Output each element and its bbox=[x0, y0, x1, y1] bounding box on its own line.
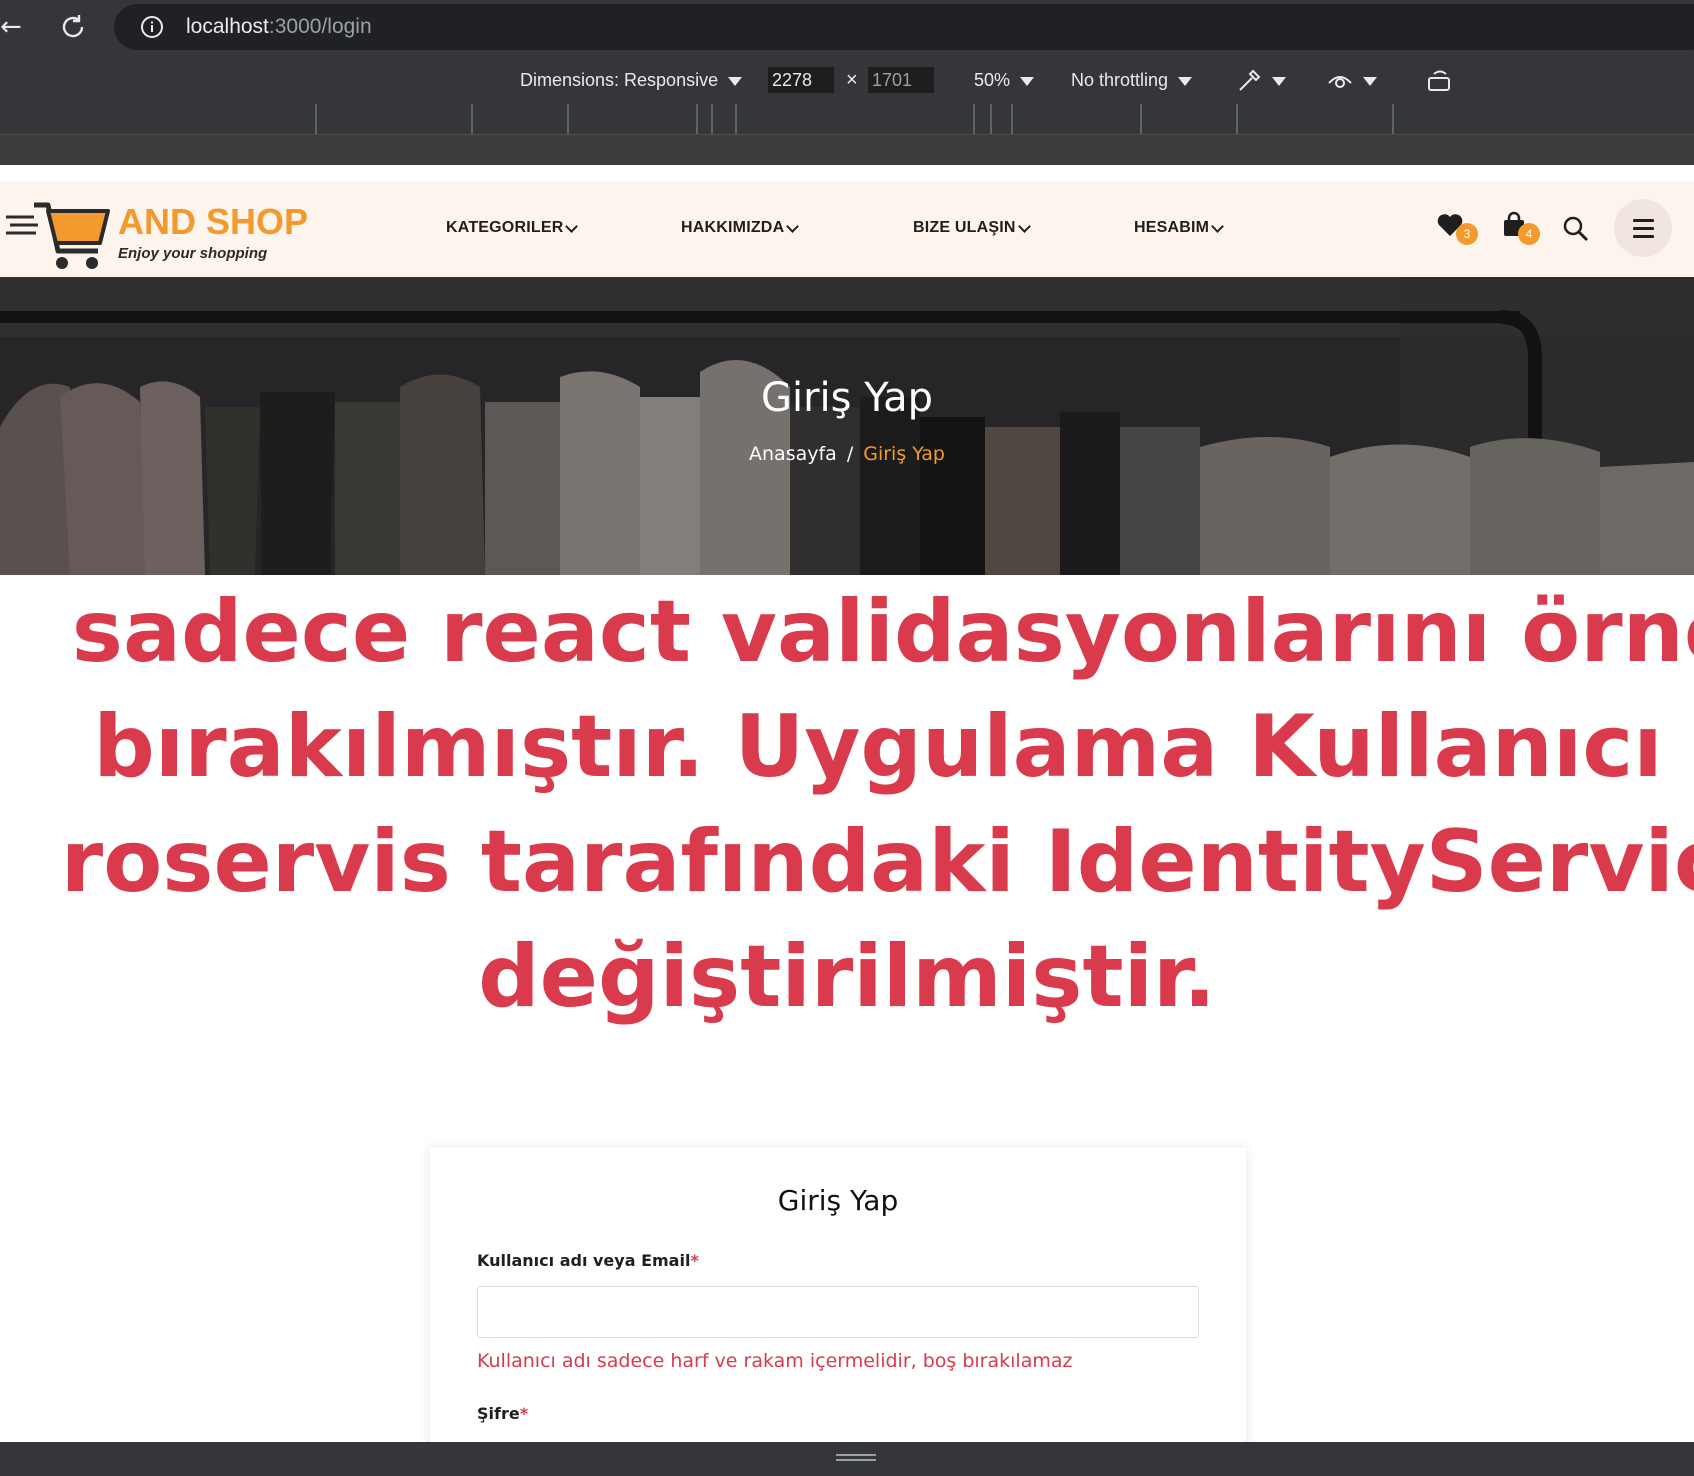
notice-line: bırakılmıştır. Uygulama Kullanıcı a bbox=[93, 697, 1694, 797]
back-arrow-icon[interactable]: ← bbox=[0, 14, 24, 40]
cart-count-badge: 4 bbox=[1518, 223, 1540, 245]
eyedropper-icon bbox=[1239, 69, 1261, 91]
dropdown-arrow-icon bbox=[1178, 76, 1193, 86]
chevron-down-icon bbox=[1211, 219, 1225, 233]
rotate-button[interactable] bbox=[1426, 56, 1452, 104]
page-hero-banner: Giriş Yap Anasayfa / Giriş Yap bbox=[0, 277, 1694, 575]
nav-label: HAKKIMIZDA bbox=[681, 219, 785, 236]
clothing-rack-background-image bbox=[0, 277, 1694, 575]
logo-tagline: Enjoy your shopping bbox=[118, 245, 268, 262]
notice-line: sadece react validasyonlarını örne bbox=[71, 582, 1694, 682]
omnibox[interactable]: localhost:3000/login bbox=[114, 4, 1694, 50]
address-bar-row: ← localhost:3000/login bbox=[0, 0, 1694, 56]
nav-label: KATEGORILER bbox=[446, 219, 564, 236]
ruler-tick bbox=[315, 104, 317, 134]
dimensions-dropdown[interactable]: Dimensions: Responsive bbox=[520, 56, 743, 104]
ruler-tick bbox=[471, 104, 473, 134]
height-input[interactable]: 1701 bbox=[868, 67, 934, 93]
eye-icon bbox=[1328, 76, 1352, 89]
hamburger-menu-button[interactable] bbox=[1614, 199, 1672, 257]
breadcrumb-current: Giriş Yap bbox=[863, 443, 945, 465]
search-button[interactable] bbox=[1562, 211, 1596, 245]
hero-title: Giriş Yap bbox=[760, 375, 934, 421]
ruler-tick bbox=[1392, 104, 1394, 134]
zoom-dropdown[interactable]: 50% bbox=[974, 56, 1035, 104]
dropdown-arrow-icon bbox=[1363, 76, 1377, 86]
dropdown-arrow-icon bbox=[1272, 76, 1286, 86]
logo-title: AND SHOP bbox=[118, 201, 309, 242]
dimensions-label: Dimensions: Responsive bbox=[520, 70, 719, 90]
resize-handle[interactable] bbox=[836, 1454, 876, 1462]
ruler-tick bbox=[990, 104, 992, 134]
breadcrumb-separator: / bbox=[846, 443, 854, 465]
ruler-tick bbox=[1011, 104, 1013, 134]
notice-line: değiştirilmiştir. bbox=[478, 927, 1216, 1027]
breadcrumb: Anasayfa / Giriş Yap bbox=[0, 443, 1694, 465]
ruler-tick bbox=[696, 104, 698, 134]
url-path: :3000/login bbox=[268, 15, 372, 38]
chevron-down-icon bbox=[565, 219, 579, 233]
viewport-bottom-bar bbox=[0, 1442, 1694, 1476]
breadcrumb-home-link[interactable]: Anasayfa bbox=[749, 443, 837, 465]
notice-line: roservis tarafındaki IdentityService bbox=[60, 812, 1694, 912]
username-label-text: Kullanıcı adı veya Email bbox=[477, 1251, 691, 1270]
notice-banner: sadece react validasyonlarını örne bırak… bbox=[0, 575, 1694, 1035]
username-input[interactable] bbox=[477, 1286, 1199, 1338]
page-viewport: AND SHOP Enjoy your shopping KATEGORILER… bbox=[0, 165, 1694, 1442]
chevron-down-icon bbox=[1017, 219, 1031, 233]
url-host: localhost bbox=[186, 15, 269, 38]
password-label-text: Şifre bbox=[477, 1404, 520, 1423]
wishlist-button[interactable]: 3 bbox=[1436, 211, 1478, 245]
required-mark: * bbox=[519, 1404, 529, 1423]
media-query-ruler[interactable] bbox=[0, 104, 1694, 135]
throttling-dropdown[interactable]: No throttling bbox=[1071, 56, 1193, 104]
times-sign: × bbox=[846, 69, 858, 91]
username-error-message: Kullanıcı adı sadece harf ve rakam içerm… bbox=[477, 1350, 1073, 1372]
cart-button[interactable]: 4 bbox=[1500, 211, 1540, 245]
ruler-tick bbox=[567, 104, 569, 134]
width-input[interactable]: 2278 bbox=[768, 67, 834, 93]
nav-hakkimizda[interactable]: HAKKIMIZDA bbox=[681, 219, 800, 237]
nav-label: HESABIM bbox=[1134, 219, 1210, 236]
zoom-label: 50% bbox=[974, 70, 1011, 90]
rotate-device-icon bbox=[1428, 70, 1450, 92]
ruler-tick bbox=[1140, 104, 1142, 134]
ruler-tick bbox=[735, 104, 737, 134]
nav-bize-ulasin[interactable]: BIZE ULAŞIN bbox=[913, 219, 1031, 237]
site-header: AND SHOP Enjoy your shopping KATEGORILER… bbox=[0, 181, 1694, 277]
search-icon bbox=[1563, 216, 1588, 241]
vision-dropdown[interactable] bbox=[1327, 56, 1377, 104]
nav-hesabim[interactable]: HESABIM bbox=[1134, 219, 1225, 237]
ruler-tick bbox=[973, 104, 975, 134]
url-text[interactable]: localhost:3000/login bbox=[186, 15, 372, 39]
nav-kategoriler[interactable]: KATEGORILER bbox=[446, 219, 579, 237]
required-mark: * bbox=[690, 1251, 699, 1270]
throttling-label: No throttling bbox=[1071, 70, 1169, 90]
hamburger-bar bbox=[1633, 219, 1654, 222]
dropdown-arrow-icon bbox=[728, 76, 743, 86]
hamburger-bar bbox=[1633, 227, 1654, 230]
password-label: Şifre* bbox=[477, 1404, 528, 1423]
eyedropper-dropdown[interactable] bbox=[1236, 56, 1286, 104]
login-form-title: Giriş Yap bbox=[777, 1184, 899, 1217]
username-label: Kullanıcı adı veya Email* bbox=[477, 1251, 699, 1270]
ruler-tick bbox=[1236, 104, 1238, 134]
ruler-tick bbox=[711, 104, 713, 134]
hamburger-bar bbox=[1633, 235, 1654, 238]
site-info-icon[interactable] bbox=[140, 15, 164, 39]
reload-icon[interactable] bbox=[58, 12, 88, 42]
site-logo[interactable]: AND SHOP Enjoy your shopping bbox=[4, 191, 314, 271]
dropdown-arrow-icon bbox=[1020, 76, 1035, 86]
viewport-gap bbox=[0, 135, 1694, 165]
login-form-card: Giriş Yap Kullanıcı adı veya Email* Kull… bbox=[430, 1148, 1246, 1442]
shopping-cart-logo-icon bbox=[6, 202, 110, 269]
nav-label: BIZE ULAŞIN bbox=[913, 219, 1016, 236]
wishlist-count-badge: 3 bbox=[1456, 223, 1478, 245]
chevron-down-icon bbox=[786, 219, 800, 233]
device-toolbar: Dimensions: Responsive 2278 × 1701 50% N… bbox=[0, 56, 1694, 105]
